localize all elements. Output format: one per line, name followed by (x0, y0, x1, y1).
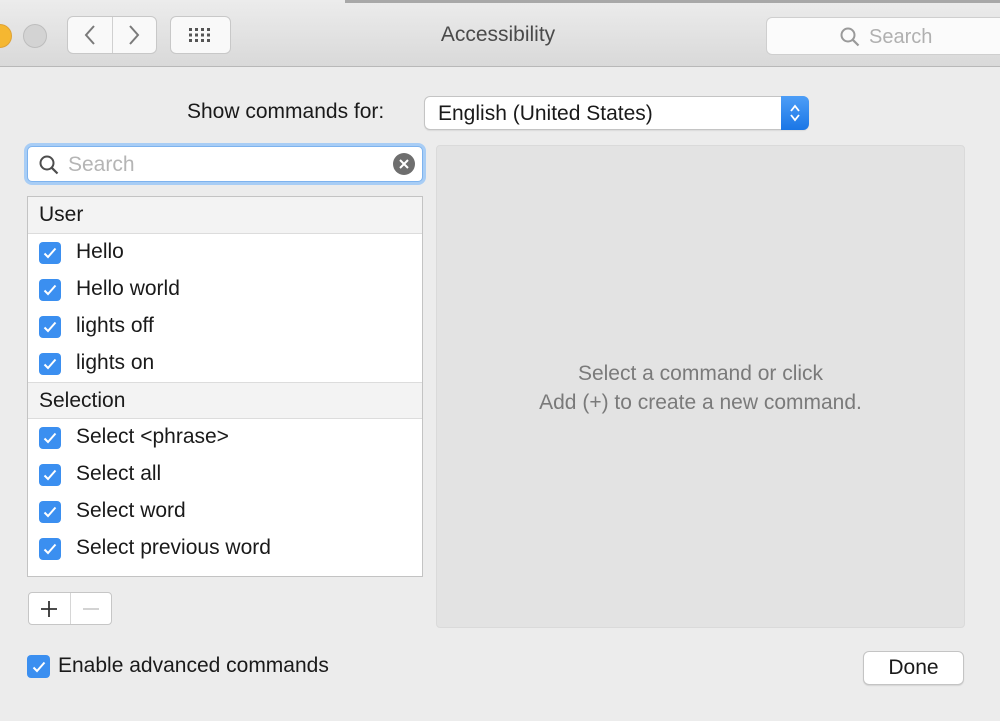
list-item[interactable]: lights on (28, 345, 422, 382)
clear-icon (399, 159, 409, 169)
group-header-selection: Selection (28, 382, 422, 419)
checkmark-icon (32, 661, 45, 672)
list-item[interactable]: Select <phrase> (28, 419, 422, 456)
checkmark-icon (43, 506, 57, 518)
preferences-window: Accessibility Search Show commands for: … (0, 0, 1000, 721)
command-label: Select all (76, 462, 162, 485)
list-item[interactable]: Hello world (28, 271, 422, 308)
list-item[interactable]: Select previous word (28, 530, 422, 567)
popup-arrows (781, 96, 809, 130)
add-command-button[interactable] (29, 593, 70, 624)
empty-state-message: Select a command or click Add (+) to cre… (437, 359, 964, 417)
command-label: Select previous word (76, 536, 271, 559)
checkmark-icon (43, 247, 57, 259)
add-icon (41, 600, 58, 617)
command-label: lights on (76, 351, 155, 374)
checkmark-icon (43, 432, 57, 444)
toolbar-search-placeholder: Search (869, 26, 933, 48)
list-item[interactable]: Select all (28, 456, 422, 493)
checkmark-icon (43, 358, 57, 370)
done-button[interactable]: Done (863, 651, 964, 685)
show-commands-label: Show commands for: (187, 100, 385, 123)
command-label: Hello (76, 240, 124, 263)
list-item[interactable]: Hello (28, 234, 422, 271)
language-popup[interactable]: English (United States) (424, 96, 809, 130)
search-icon (840, 27, 860, 47)
command-label: Select <phrase> (76, 425, 229, 448)
command-label: lights off (76, 314, 154, 337)
remove-command-button[interactable] (69, 593, 112, 624)
command-checkbox[interactable] (39, 279, 61, 301)
empty-state-line-1: Select a command or click (577, 362, 824, 385)
language-popup-value: English (United States) (438, 102, 653, 125)
empty-state-line-2: Add (+) to create a new command. (539, 391, 862, 414)
command-label: Hello world (76, 277, 180, 300)
command-search-placeholder: Search (68, 153, 135, 176)
checkmark-icon (43, 469, 57, 481)
enable-advanced-label[interactable]: Enable advanced commands (58, 654, 329, 678)
command-list[interactable]: User Hello Hello world lights off lights… (27, 196, 423, 577)
add-remove-control (28, 592, 112, 625)
checkmark-icon (43, 284, 57, 296)
remove-icon (82, 607, 99, 610)
command-checkbox[interactable] (39, 464, 61, 486)
command-search-field[interactable]: Search (27, 146, 423, 182)
command-detail-panel: Select a command or click Add (+) to cre… (436, 145, 965, 628)
enable-advanced-checkbox[interactable] (27, 655, 50, 678)
command-checkbox[interactable] (39, 538, 61, 560)
command-label: Select word (76, 499, 186, 522)
toolbar-search-field[interactable]: Search (766, 17, 1000, 55)
list-item[interactable]: lights off (28, 308, 422, 345)
list-item[interactable]: Select word (28, 493, 422, 530)
search-icon (39, 155, 59, 175)
command-checkbox[interactable] (39, 353, 61, 375)
command-checkbox[interactable] (39, 427, 61, 449)
popup-arrows-icon (790, 104, 800, 122)
group-header-user: User (28, 197, 422, 234)
command-checkbox[interactable] (39, 501, 61, 523)
command-checkbox[interactable] (39, 316, 61, 338)
title-bar: Accessibility Search (0, 0, 1000, 67)
checkmark-icon (43, 543, 57, 555)
checkmark-icon (43, 321, 57, 333)
clear-search-button[interactable] (393, 153, 415, 175)
command-checkbox[interactable] (39, 242, 61, 264)
